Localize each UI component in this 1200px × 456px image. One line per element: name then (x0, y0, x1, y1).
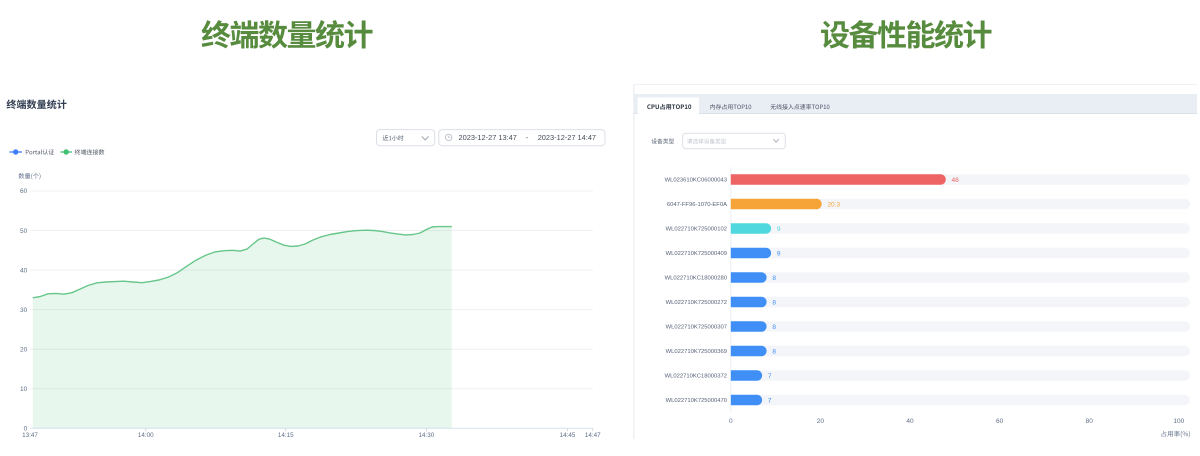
svg-text:14:00: 14:00 (138, 432, 154, 439)
svg-text:30: 30 (20, 307, 28, 314)
svg-text:7: 7 (768, 397, 772, 404)
svg-text:WL022710K725000102: WL022710K725000102 (666, 227, 727, 233)
svg-text:60: 60 (20, 188, 28, 195)
svg-text:48: 48 (952, 177, 960, 184)
svg-text:14:15: 14:15 (278, 432, 294, 439)
svg-text:80: 80 (1086, 418, 1094, 425)
svg-text:2023-12-27 13:47: 2023-12-27 13:47 (459, 133, 517, 142)
svg-text:40: 40 (906, 418, 914, 425)
svg-text:WL022710K725000409: WL022710K725000409 (666, 251, 727, 257)
svg-text:20: 20 (20, 346, 28, 353)
svg-text:8: 8 (772, 348, 776, 355)
svg-text:0: 0 (729, 418, 733, 425)
svg-text:14:47: 14:47 (585, 432, 601, 439)
svg-text:7: 7 (768, 373, 772, 380)
svg-text:2023-12-27 14:47: 2023-12-27 14:47 (538, 133, 596, 142)
svg-text:8: 8 (772, 299, 776, 306)
svg-text:13:47: 13:47 (22, 432, 38, 439)
svg-text:9: 9 (777, 226, 781, 233)
svg-text:60: 60 (996, 418, 1004, 425)
svg-text:40: 40 (20, 267, 28, 274)
svg-text:WL023610KC06000043: WL023610KC06000043 (665, 178, 727, 184)
svg-text:14:45: 14:45 (560, 432, 576, 439)
svg-text:20: 20 (817, 418, 825, 425)
svg-text:9: 9 (777, 250, 781, 257)
svg-text:20.3: 20.3 (827, 201, 840, 208)
svg-text:50: 50 (20, 228, 28, 235)
svg-text:8: 8 (772, 275, 776, 282)
svg-text:WL022710KC18000372: WL022710KC18000372 (665, 374, 727, 380)
svg-text:WL022710K725000369: WL022710K725000369 (666, 349, 727, 355)
svg-text:WL022710K725000307: WL022710K725000307 (666, 325, 727, 331)
svg-text:WL022710KC18000280: WL022710KC18000280 (665, 276, 728, 282)
svg-text:8: 8 (772, 324, 776, 331)
svg-text:14:30: 14:30 (419, 432, 435, 439)
svg-text:100: 100 (1173, 418, 1184, 425)
svg-text:WL022710K725000470: WL022710K725000470 (666, 398, 728, 404)
svg-text:10: 10 (20, 386, 28, 393)
svg-text:6047-FF96-1070-EF0A: 6047-FF96-1070-EF0A (667, 202, 727, 208)
svg-text:WL022710K725000272: WL022710K725000272 (666, 300, 727, 306)
